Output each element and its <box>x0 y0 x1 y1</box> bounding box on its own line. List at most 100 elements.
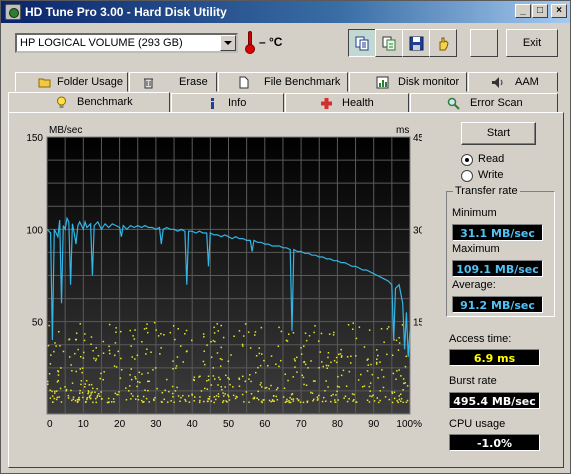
access-time-point <box>361 386 364 388</box>
access-time-point <box>404 365 407 368</box>
access-time-point <box>143 328 146 330</box>
access-time-point <box>206 344 208 346</box>
access-time-point <box>292 332 295 334</box>
access-time-point <box>148 380 150 383</box>
access-time-point <box>117 350 119 353</box>
tab-info[interactable]: Info <box>171 93 284 113</box>
access-time-point <box>47 383 49 385</box>
access-time-point <box>292 376 294 378</box>
access-time-point <box>358 326 361 328</box>
access-time-point <box>57 370 59 372</box>
access-time-point <box>327 356 329 359</box>
write-radio-label[interactable]: Write <box>478 169 503 181</box>
access-time-point <box>326 367 328 369</box>
access-time-point <box>278 326 280 329</box>
access-time-point <box>280 330 283 333</box>
access-time-point <box>160 333 162 335</box>
access-time-point <box>373 400 376 402</box>
access-time-point <box>101 398 103 400</box>
exit-button[interactable]: Exit <box>506 29 558 57</box>
access-time-point <box>333 359 336 362</box>
access-time-point <box>224 393 226 395</box>
access-time-point <box>379 361 381 363</box>
access-time-point <box>327 352 330 354</box>
minimize-button[interactable]: _ <box>515 4 531 18</box>
access-time-point <box>157 335 160 337</box>
maximize-button[interactable]: □ <box>532 4 548 18</box>
access-time-point <box>344 395 347 397</box>
chevron-down-icon[interactable] <box>220 35 236 51</box>
access-time-point <box>303 383 305 386</box>
info-icon <box>211 98 214 109</box>
copy-info-button[interactable] <box>375 29 403 57</box>
access-time-point <box>207 400 209 402</box>
access-time-point <box>212 367 214 369</box>
access-time-point <box>384 396 387 398</box>
access-time-point <box>253 397 256 400</box>
access-time-point <box>172 368 174 370</box>
access-time-point <box>288 401 290 404</box>
tab-erase[interactable]: Erase <box>129 72 217 92</box>
drive-select[interactable]: HP LOGICAL VOLUME (293 GB) <box>15 33 238 53</box>
access-time-point <box>369 395 371 397</box>
access-time-point <box>307 367 309 369</box>
empty-toolbar-button[interactable] <box>470 29 498 57</box>
cpu-usage-value: -1.0% <box>449 434 540 451</box>
options-button[interactable] <box>429 29 457 57</box>
access-time-point <box>334 399 336 401</box>
access-time-point <box>284 401 287 404</box>
access-time-point <box>368 401 371 403</box>
app-window: HD Tune Pro 3.00 - Hard Disk Utility _ □… <box>0 0 571 474</box>
access-time-point <box>141 373 143 375</box>
access-time-point <box>97 393 100 395</box>
access-time-point <box>96 388 98 390</box>
access-time-point <box>87 392 89 395</box>
tab-error-scan[interactable]: Error Scan <box>410 93 558 113</box>
access-time-point <box>238 330 241 332</box>
access-time-point <box>210 356 213 358</box>
access-time-point <box>47 344 50 347</box>
close-button[interactable]: × <box>551 4 567 18</box>
access-time-point <box>137 398 140 401</box>
access-time-point <box>397 401 399 404</box>
tab-folder-usage-label: Folder Usage <box>57 76 124 88</box>
access-time-point <box>222 392 224 394</box>
title-bar[interactable]: HD Tune Pro 3.00 - Hard Disk Utility _ □… <box>1 1 570 23</box>
access-time-point <box>207 398 209 400</box>
access-time-point <box>406 399 409 402</box>
access-time-point <box>102 352 105 354</box>
y-right-tick-label: 15 <box>413 318 422 329</box>
access-time-point <box>371 395 373 398</box>
tab-health[interactable]: Health <box>285 93 409 113</box>
tab-benchmark[interactable]: Benchmark <box>8 92 170 113</box>
access-time-point <box>289 396 291 399</box>
access-time-point <box>99 377 101 380</box>
read-radio[interactable] <box>461 154 473 166</box>
access-time-point <box>282 396 285 398</box>
tab-aam[interactable]: AAM <box>468 72 558 92</box>
tab-folder-usage[interactable]: Folder Usage <box>15 72 128 92</box>
access-time-point <box>355 401 357 403</box>
access-time-point <box>379 399 381 402</box>
access-time-point <box>288 333 290 335</box>
copy-text-button[interactable] <box>348 29 376 57</box>
access-time-point <box>85 400 87 403</box>
read-radio-label[interactable]: Read <box>478 153 504 165</box>
access-time-point <box>402 401 404 404</box>
access-time-point <box>270 355 273 357</box>
access-time-point <box>90 394 92 396</box>
access-time-point <box>217 393 220 395</box>
access-time-point <box>355 337 358 340</box>
left-unit-label: MB/sec <box>49 125 82 136</box>
access-time-point <box>257 398 260 401</box>
save-icon <box>409 36 424 51</box>
save-button[interactable] <box>402 29 430 57</box>
tab-file-benchmark[interactable]: File Benchmark <box>218 72 348 92</box>
start-button[interactable]: Start <box>461 122 536 145</box>
tab-disk-monitor[interactable]: Disk monitor <box>349 72 467 92</box>
access-time-point <box>49 389 51 391</box>
access-time-point <box>198 401 201 404</box>
access-time-point <box>131 356 133 358</box>
y-left-tick-label: 100 <box>26 225 43 236</box>
write-radio[interactable] <box>461 170 473 182</box>
